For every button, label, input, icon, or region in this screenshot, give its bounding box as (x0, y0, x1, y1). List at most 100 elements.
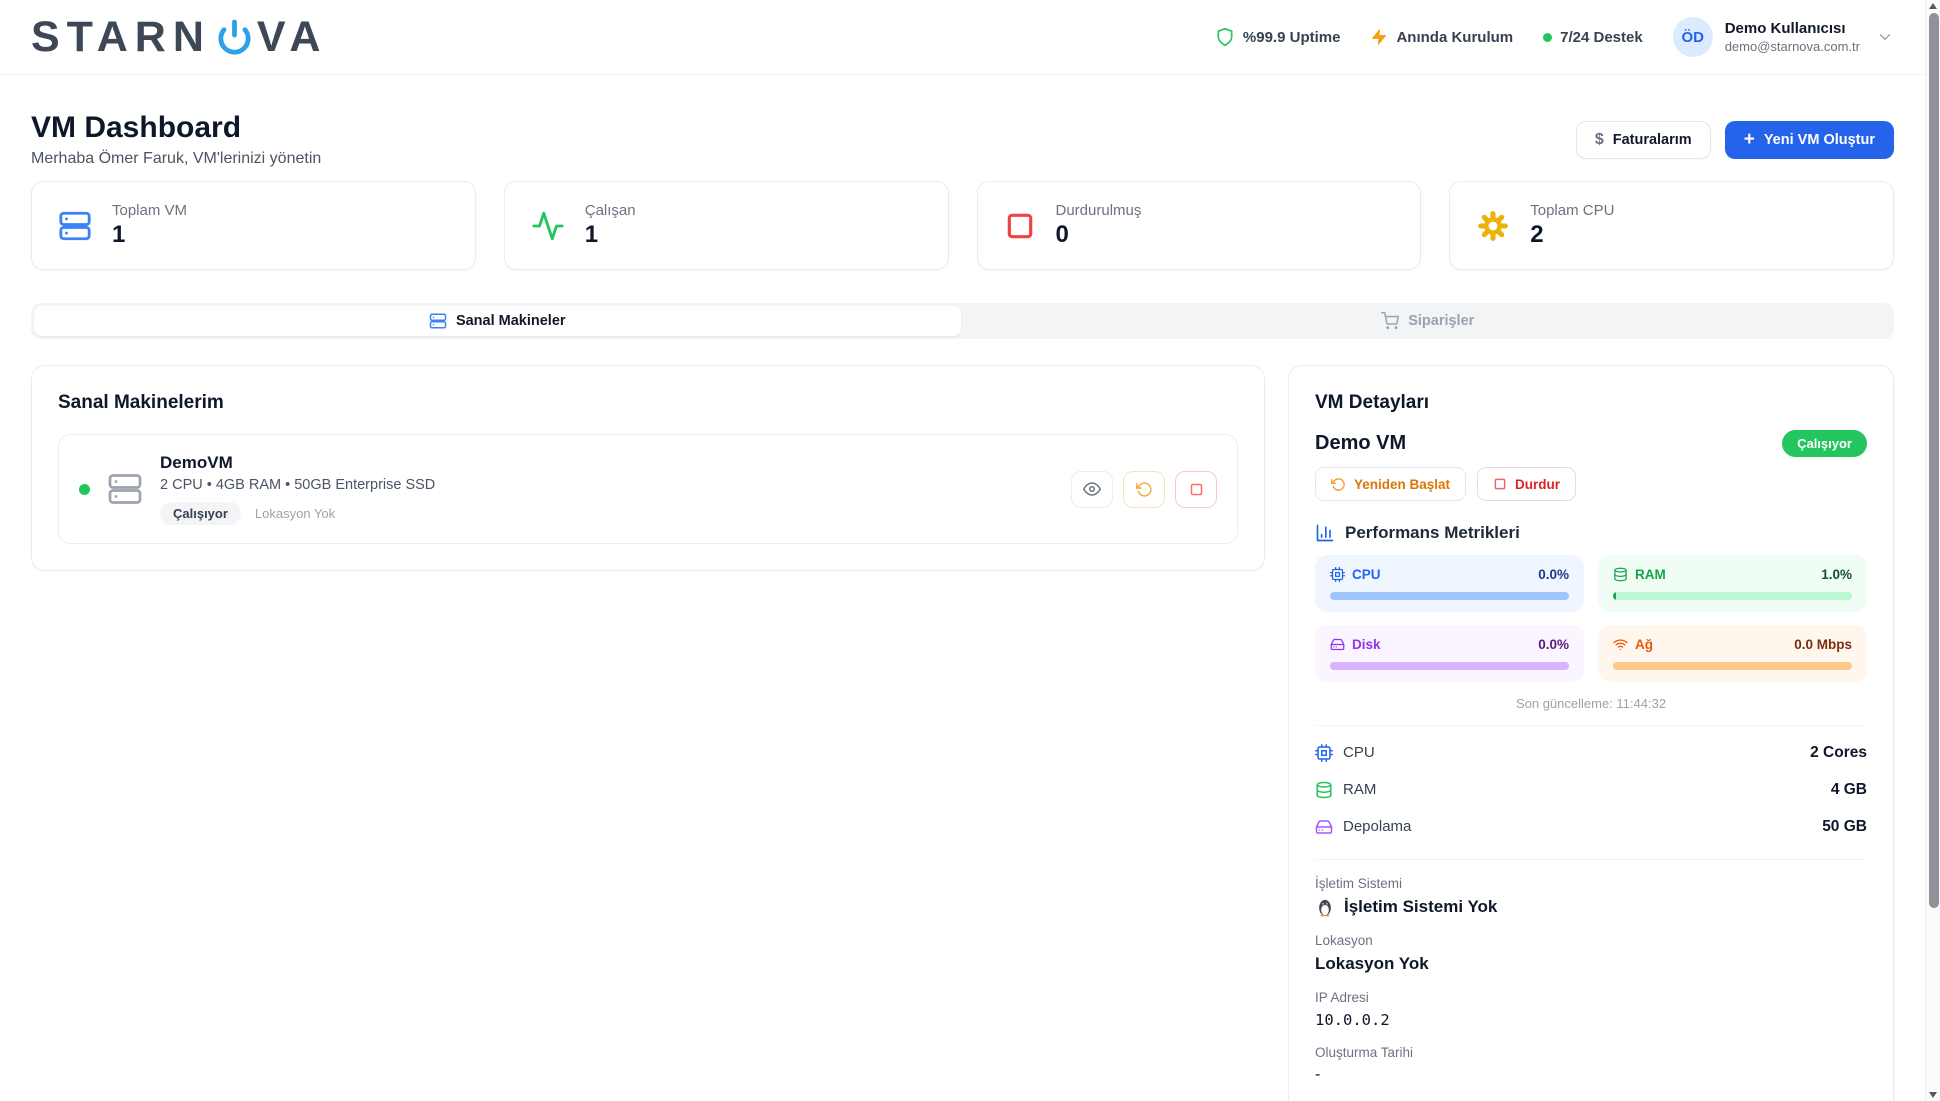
database-icon (1315, 781, 1333, 799)
vm-row-demovm[interactable]: DemoVM 2 CPU • 4GB RAM • 50GB Enterprise… (58, 434, 1238, 544)
vm-details-panel: VM Detayları Demo VM Çalışıyor Yeniden B… (1288, 365, 1894, 1101)
info-location: Lokasyon Lokasyon Yok (1315, 933, 1867, 974)
stat-card-running: Çalışan 1 (504, 181, 949, 270)
instant-setup-badge: Anında Kurulum (1370, 28, 1513, 46)
restart-vm-button[interactable] (1123, 471, 1165, 508)
ram-usage-bar (1613, 592, 1852, 600)
disk-usage-bar (1330, 662, 1569, 670)
hard-drive-icon (1330, 637, 1345, 652)
bar-chart-icon (1315, 523, 1335, 543)
metric-tile-disk: Disk 0.0% (1315, 625, 1584, 682)
info-created-date: Oluşturma Tarihi - (1315, 1045, 1867, 1084)
top-header: STARN VA %99.9 Uptime Anında Kurul (0, 0, 1925, 75)
info-os: İşletim Sistemi İşletim (1315, 876, 1867, 917)
cpu-chip-icon (1330, 567, 1345, 582)
page-subtitle: Merhaba Ömer Faruk, VM'lerinizi yönetin (31, 150, 321, 168)
activity-icon (531, 209, 565, 243)
user-name: Demo Kullanıcısı (1725, 20, 1860, 37)
user-menu[interactable]: ÖD Demo Kullanıcısı demo@starnova.com.tr (1673, 17, 1894, 57)
stop-vm-button[interactable] (1175, 471, 1217, 508)
stat-label: Toplam VM (112, 202, 187, 219)
wifi-icon (1613, 637, 1628, 652)
metric-tile-ram: RAM 1.0% (1598, 555, 1867, 612)
cpu-chip-icon (1315, 744, 1333, 762)
penguin-icon (1315, 897, 1335, 917)
stat-value: 1 (112, 221, 187, 249)
spec-row-cpu: CPU 2 Cores (1315, 734, 1867, 771)
stat-value: 0 (1056, 221, 1142, 249)
shield-icon (1215, 27, 1235, 47)
scrollbar-thumb[interactable] (1929, 13, 1939, 908)
network-usage-bar (1613, 662, 1852, 670)
stat-value: 1 (585, 221, 636, 249)
create-vm-button[interactable]: + Yeni VM Oluştur (1725, 121, 1894, 159)
rotate-ccw-icon (1331, 477, 1346, 492)
page-title: VM Dashboard (31, 111, 321, 145)
disk-usage-value: 0.0% (1538, 637, 1569, 652)
running-status-badge: Çalışıyor (1782, 430, 1867, 457)
database-icon (1613, 567, 1628, 582)
metric-tile-cpu: CPU 0.0% (1315, 555, 1584, 612)
stop-square-icon (1189, 482, 1204, 497)
metric-tile-network: Ağ 0.0 Mbps (1598, 625, 1867, 682)
eye-icon (1083, 480, 1101, 498)
server-icon (429, 312, 447, 330)
logo-text-left: STARN (31, 13, 211, 62)
restart-button[interactable]: Yeniden Başlat (1315, 467, 1466, 501)
lightning-icon (1370, 28, 1388, 46)
cpu-usage-bar (1330, 592, 1569, 600)
stat-value: 2 (1530, 221, 1614, 249)
cpu-usage-value: 0.0% (1538, 567, 1569, 582)
last-update-text: Son güncelleme: 11:44:32 (1315, 696, 1867, 711)
plus-icon: + (1744, 130, 1755, 149)
stop-button[interactable]: Durdur (1477, 467, 1576, 501)
avatar: ÖD (1673, 17, 1713, 57)
rotate-ccw-icon (1136, 481, 1153, 498)
hard-drive-icon (1315, 818, 1333, 836)
divider (1315, 725, 1867, 726)
user-email: demo@starnova.com.tr (1725, 39, 1860, 54)
green-dot-icon (1543, 33, 1552, 42)
stat-card-total-vm: Toplam VM 1 (31, 181, 476, 270)
tab-virtual-machines[interactable]: Sanal Makineler (34, 306, 961, 336)
chevron-down-icon (1876, 28, 1894, 46)
vm-specs: 2 CPU • 4GB RAM • 50GB Enterprise SSD (160, 477, 435, 493)
vm-list-title: Sanal Makinelerim (58, 392, 1238, 414)
status-dot-icon (79, 484, 90, 495)
tab-bar: Sanal Makineler Siparişler (31, 303, 1894, 339)
cart-icon (1381, 312, 1399, 330)
ram-usage-value: 1.0% (1821, 567, 1852, 582)
view-vm-button[interactable] (1071, 471, 1113, 508)
dollar-icon: $ (1595, 131, 1604, 149)
stop-square-icon (1493, 477, 1507, 491)
metrics-title: Performans Metrikleri (1345, 523, 1520, 543)
support-badge: 7/24 Destek (1543, 29, 1643, 46)
divider (1315, 859, 1867, 860)
stat-label: Durdurulmuş (1056, 202, 1142, 219)
power-button-icon (214, 18, 255, 59)
stat-card-total-cpu: Toplam CPU 2 (1449, 181, 1894, 270)
page-scrollbar[interactable] (1925, 0, 1940, 1101)
spec-row-storage: Depolama 50 GB (1315, 808, 1867, 845)
vm-name: DemoVM (160, 453, 435, 473)
vm-status-badge: Çalışıyor (160, 502, 241, 525)
stat-label: Toplam CPU (1530, 202, 1614, 219)
uptime-badge: %99.9 Uptime (1215, 27, 1341, 47)
scrollbar-up-arrow-icon[interactable] (1929, 3, 1937, 9)
vm-details-title: VM Detayları (1315, 392, 1867, 414)
stop-square-icon (1004, 210, 1036, 242)
tab-orders[interactable]: Siparişler (965, 306, 1892, 336)
info-ip-address: IP Adresi 10.0.0.2 (1315, 990, 1867, 1029)
stat-label: Çalışan (585, 202, 636, 219)
detail-vm-name: Demo VM (1315, 432, 1406, 455)
vm-location: Lokasyon Yok (255, 506, 335, 521)
billing-button[interactable]: $ Faturalarım (1576, 121, 1711, 159)
server-icon (58, 209, 92, 243)
server-icon (107, 471, 143, 507)
gear-icon (1476, 209, 1510, 243)
scrollbar-down-arrow-icon[interactable] (1929, 1092, 1937, 1098)
page: STARN VA %99.9 Uptime Anında Kurul (0, 0, 1925, 1101)
stat-card-stopped: Durdurulmuş 0 (977, 181, 1422, 270)
logo-text-right: VA (257, 13, 328, 62)
starnova-logo[interactable]: STARN VA (31, 13, 327, 62)
